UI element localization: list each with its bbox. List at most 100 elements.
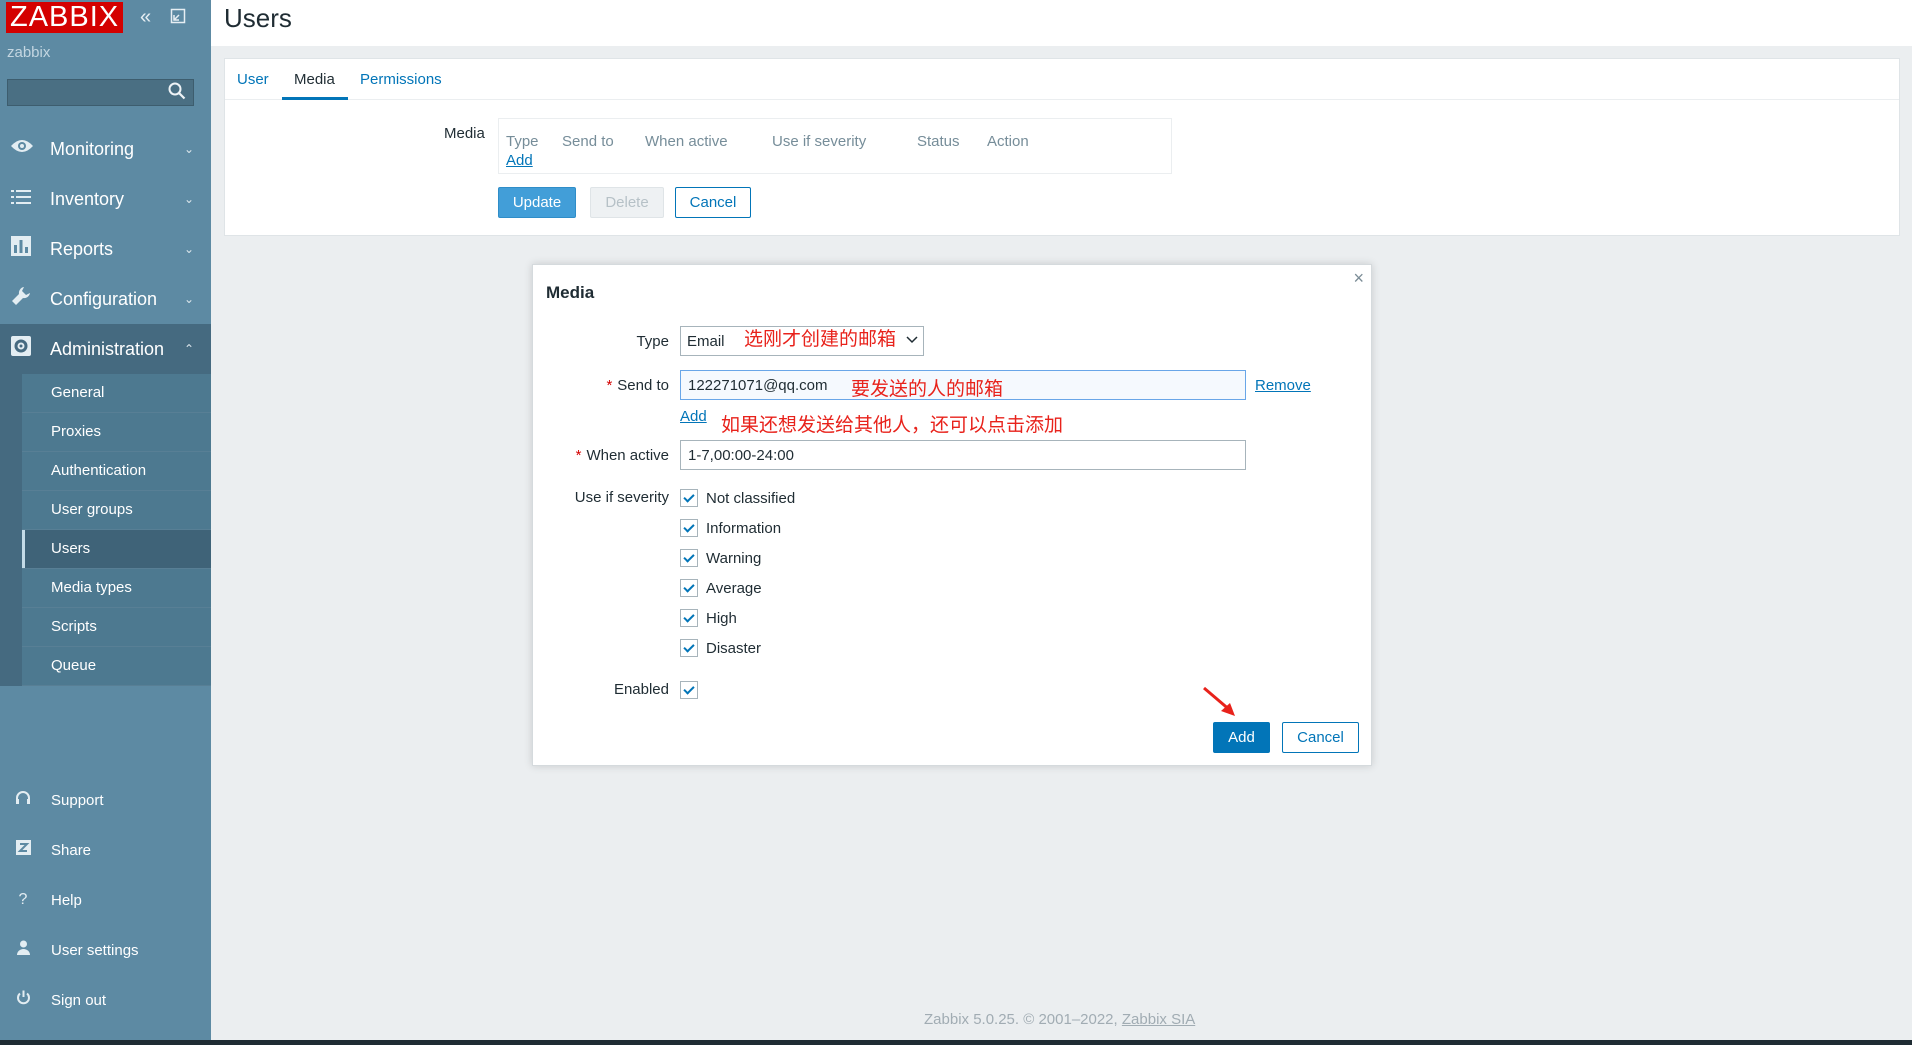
annotation-arrow-icon (1203, 686, 1235, 716)
when-active-input[interactable] (680, 440, 1246, 470)
close-icon[interactable]: × (1353, 268, 1364, 289)
menu-help[interactable]: ? Help (0, 875, 211, 925)
add-button[interactable]: Add (1213, 722, 1270, 753)
menu-inventory[interactable]: Inventory ⌄ (0, 174, 211, 224)
page-header: Users (211, 0, 1912, 46)
submenu-proxies[interactable]: Proxies (22, 413, 211, 452)
enabled-label: Enabled (613, 681, 669, 698)
menu-label: Administration (50, 338, 165, 359)
collapse-sidebar-icon[interactable]: « (140, 6, 151, 29)
eye-icon (10, 138, 33, 160)
sidebar: ZABBIX « zabbix Monitoring ⌄ Inventory ⌄… (0, 0, 211, 1040)
administration-submenu: General Proxies Authentication User grou… (0, 374, 211, 686)
tab-user[interactable]: User (237, 71, 269, 88)
list-icon (10, 188, 32, 210)
tab-permissions[interactable]: Permissions (360, 71, 442, 88)
page-title: Users (224, 3, 292, 33)
submenu-media-types[interactable]: Media types (22, 569, 211, 608)
wrench-icon (10, 286, 32, 312)
column-header-send-to: Send to (562, 133, 614, 150)
menu-configuration[interactable]: Configuration ⌄ (0, 274, 211, 324)
severity-checkbox[interactable] (680, 609, 698, 627)
severity-label-text: High (706, 609, 737, 627)
tab-media[interactable]: Media (294, 71, 335, 88)
enabled-checkbox[interactable] (680, 681, 698, 699)
delete-button[interactable]: Delete (590, 187, 664, 218)
menu-monitoring[interactable]: Monitoring ⌄ (0, 124, 211, 174)
send-to-label-text: Send to (617, 377, 669, 394)
submenu-user-groups[interactable]: User groups (22, 491, 211, 530)
required-marker: * (575, 447, 582, 464)
chevron-down-icon (906, 332, 918, 348)
severity-checkbox[interactable] (680, 519, 698, 537)
footer-text: Zabbix 5.0.25. © 2001–2022, (924, 1011, 1118, 1028)
main-menu: Monitoring ⌄ Inventory ⌄ Reports ⌄ Confi… (0, 124, 211, 686)
severity-average[interactable]: Average (680, 577, 762, 599)
remove-link[interactable]: Remove (1255, 377, 1311, 394)
submenu-general[interactable]: General (22, 374, 211, 413)
annotation-type: 选刚才创建的邮箱 (744, 329, 897, 350)
update-button[interactable]: Update (498, 187, 576, 218)
add-media-link[interactable]: Add (506, 152, 533, 169)
severity-label-text: Warning (706, 549, 762, 567)
add-recipient-link[interactable]: Add (680, 408, 707, 425)
dialog-title: Media (546, 283, 595, 302)
when-active-label-text: When active (586, 447, 669, 464)
severity-checkbox[interactable] (680, 639, 698, 657)
dialog-cancel-button[interactable]: Cancel (1282, 722, 1359, 753)
type-label: Type (636, 333, 669, 350)
menu-administration[interactable]: Administration ⌃ (0, 324, 211, 374)
menu-reports[interactable]: Reports ⌄ (0, 224, 211, 274)
severity-checkbox[interactable] (680, 549, 698, 567)
bottom-border (0, 1040, 1912, 1045)
menu-user-settings[interactable]: User settings (0, 925, 211, 975)
power-icon (13, 990, 33, 1010)
footer-link[interactable]: Zabbix SIA (1122, 1011, 1195, 1028)
when-active-label: * When active (509, 447, 669, 464)
menu-support[interactable]: Support (0, 775, 211, 825)
severity-label-text: Information (706, 519, 782, 537)
severity-not-classified[interactable]: Not classified (680, 487, 795, 509)
severity-label: Use if severity (574, 489, 669, 506)
user-form-card: User Media Permissions Media Type Send t… (224, 58, 1900, 236)
media-table: Type Send to When active Use if severity… (498, 118, 1172, 174)
submenu-users[interactable]: Users (22, 530, 211, 569)
zabbix-logo[interactable]: ZABBIX (6, 2, 124, 33)
severity-high[interactable]: High (680, 607, 737, 629)
media-label: Media (444, 125, 485, 142)
submenu-queue[interactable]: Queue (22, 647, 211, 686)
severity-checkbox[interactable] (680, 579, 698, 597)
submenu-authentication[interactable]: Authentication (22, 452, 211, 491)
submenu-scripts[interactable]: Scripts (22, 608, 211, 647)
menu-label: Inventory (50, 188, 125, 209)
column-header-status: Status (917, 133, 960, 150)
kiosk-mode-icon[interactable] (170, 8, 186, 29)
search-icon[interactable] (168, 82, 186, 105)
severity-information[interactable]: Information (680, 517, 781, 539)
cancel-button[interactable]: Cancel (675, 187, 751, 218)
severity-disaster[interactable]: Disaster (680, 637, 761, 659)
severity-label-text: Disaster (706, 639, 762, 657)
chevron-down-icon: ⌄ (183, 142, 194, 156)
annotation-add: 如果还想发送给其他人，还可以点击添加 (721, 415, 1064, 436)
column-header-when-active: When active (645, 133, 728, 150)
media-dialog: × Media Type Email 选刚才创建的邮箱 * Send to 要发送… (532, 264, 1372, 766)
chevron-up-icon: ⌃ (183, 342, 194, 356)
gear-icon (10, 336, 32, 362)
chevron-down-icon: ⌄ (183, 242, 194, 256)
menu-label: Share (51, 841, 92, 859)
menu-sign-out[interactable]: Sign out (0, 975, 211, 1025)
type-selected-value: Email (687, 333, 725, 350)
enabled-checkbox-row[interactable] (680, 679, 698, 701)
menu-label: Help (51, 891, 82, 909)
menu-label: User settings (51, 941, 139, 959)
severity-checkbox[interactable] (680, 489, 698, 507)
menu-label: Support (51, 791, 104, 809)
menu-label: Sign out (51, 991, 107, 1009)
severity-warning[interactable]: Warning (680, 547, 761, 569)
menu-share[interactable]: Share (0, 825, 211, 875)
footer: Zabbix 5.0.25. © 2001–2022, Zabbix SIA (924, 1011, 1195, 1028)
search-input[interactable] (7, 79, 194, 106)
annotation-send-to: 要发送的人的邮箱 (851, 379, 1004, 400)
menu-label: Reports (50, 238, 114, 259)
